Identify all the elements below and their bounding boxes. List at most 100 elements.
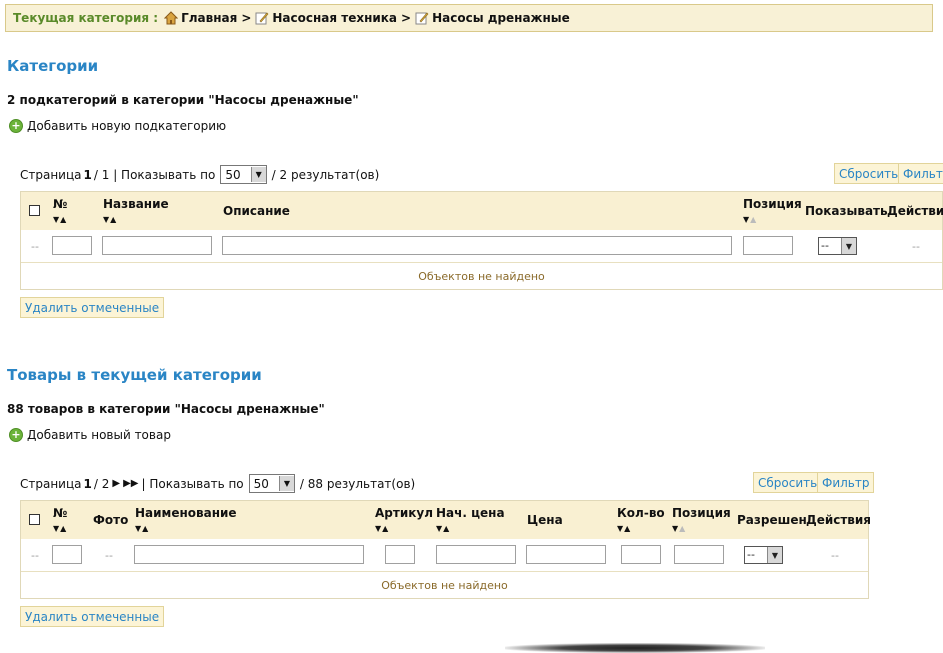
filter-name-input[interactable] [102, 236, 212, 255]
filter-num-input[interactable] [52, 236, 92, 255]
edit-icon [255, 12, 269, 25]
filter-button[interactable]: Фильтр [898, 163, 943, 184]
filter-show-value: -- [821, 239, 829, 252]
column-header-actions: Действия [806, 513, 872, 527]
add-product-label: Добавить новый товар [27, 428, 171, 442]
filter-allowed-select[interactable]: -- ▼ [744, 546, 783, 564]
filter-placeholder: -- [912, 240, 920, 253]
empty-message: Объектов не найдено [21, 571, 868, 599]
column-header-price: Цена [527, 513, 563, 527]
breadcrumb-item-label: Главная [181, 11, 238, 25]
column-header-num[interactable]: № [53, 197, 67, 211]
column-header-allowed: Разрешен [737, 513, 807, 527]
breadcrumb-label: Текущая категория : [13, 11, 159, 25]
filter-button[interactable]: Фильтр [817, 472, 875, 493]
sort-arrows-icon[interactable]: ▼▲ [617, 524, 631, 533]
filter-num-input[interactable] [52, 545, 82, 564]
column-header-name[interactable]: Наименование [135, 506, 237, 520]
chevron-down-icon: ▼ [766, 547, 782, 563]
filter-row: -- -- -- ▼ -- [21, 539, 868, 571]
filter-placeholder: -- [831, 549, 839, 562]
add-product-link[interactable]: + Добавить новый товар [9, 428, 171, 442]
add-subcategory-label: Добавить новую подкатегорию [27, 119, 227, 133]
sort-arrows-icon[interactable]: ▼▲ [672, 524, 686, 533]
breadcrumb-separator: > [241, 11, 252, 25]
column-header-num[interactable]: № [53, 506, 67, 520]
column-header-photo: Фото [93, 513, 129, 527]
pager-results: / 88 результат(ов) [299, 476, 416, 491]
filter-price-input[interactable] [526, 545, 606, 564]
filter-sku-input[interactable] [385, 545, 415, 564]
chevron-down-icon: ▼ [278, 476, 294, 491]
next-page-icon[interactable]: ▶ [112, 478, 120, 489]
filter-start-price-input[interactable] [436, 545, 516, 564]
edit-icon [415, 12, 429, 25]
sort-arrows-icon[interactable]: ▼▲ [53, 215, 67, 224]
pager-show-label: | Показывать по [141, 476, 244, 491]
add-subcategory-link[interactable]: + Добавить новую подкатегорию [9, 119, 226, 133]
column-header-name[interactable]: Название [103, 197, 169, 211]
table-header: № ▼▲ Фото Наименование ▼▲ Артикул ▼▲ Нач… [21, 501, 872, 539]
categories-title: Категории [7, 57, 99, 75]
decorative-shadow [505, 643, 765, 653]
delete-selected-button[interactable]: Удалить отмеченные [20, 297, 165, 318]
filter-name-input[interactable] [134, 545, 364, 564]
last-page-icon[interactable]: ▶▶ [123, 478, 138, 489]
column-header-actions: Действия [887, 204, 943, 218]
filter-description-input[interactable] [222, 236, 732, 255]
sort-arrows-icon[interactable]: ▼▲ [135, 524, 149, 533]
breadcrumb-item-drainage[interactable]: Насосы дренажные [415, 11, 570, 25]
filter-position-input[interactable] [674, 545, 724, 564]
column-header-position[interactable]: Позиция [743, 197, 802, 211]
filter-qty-input[interactable] [621, 545, 661, 564]
select-all-checkbox[interactable] [29, 205, 40, 216]
filter-allowed-value: -- [747, 548, 755, 561]
chevron-down-icon: ▼ [840, 238, 856, 254]
column-header-sku[interactable]: Артикул [375, 506, 433, 520]
reset-button[interactable]: Сбросить [834, 163, 904, 184]
breadcrumb-item-home[interactable]: Главная [164, 11, 237, 25]
column-header-position[interactable]: Позиция [672, 506, 731, 520]
table-header: № ▼▲ Название ▼▲ Описание Позиция ▼▲ Пок… [21, 192, 943, 230]
column-header-start-price[interactable]: Нач. цена [436, 506, 505, 520]
pager-show-label: | Показывать по [113, 167, 216, 182]
sort-arrows-icon[interactable]: ▼▲ [436, 524, 450, 533]
per-page-value: 50 [253, 476, 269, 491]
column-header-description: Описание [223, 204, 290, 218]
categories-table: № ▼▲ Название ▼▲ Описание Позиция ▼▲ Пок… [20, 191, 943, 290]
filter-row: -- -- ▼ -- [21, 230, 942, 262]
filter-position-input[interactable] [743, 236, 793, 255]
filter-placeholder: -- [31, 549, 39, 562]
delete-selected-button[interactable]: Удалить отмеченные [20, 606, 165, 627]
per-page-select[interactable]: 50 ▼ [248, 474, 295, 493]
sort-arrows-icon[interactable]: ▼▲ [743, 215, 757, 224]
products-table: № ▼▲ Фото Наименование ▼▲ Артикул ▼▲ Нач… [20, 500, 872, 599]
column-header-qty[interactable]: Кол-во [617, 506, 665, 520]
filter-placeholder: -- [31, 240, 39, 253]
filter-show-select[interactable]: -- ▼ [818, 237, 857, 255]
pager-prefix: Страница [20, 476, 82, 491]
select-all-checkbox[interactable] [29, 514, 40, 525]
breadcrumb: Текущая категория : Главная > Насосная т… [5, 4, 933, 32]
home-icon [164, 11, 179, 25]
reset-button[interactable]: Сбросить [753, 472, 823, 493]
pager-results: / 2 результат(ов) [271, 167, 380, 182]
breadcrumb-item-label: Насосы дренажные [432, 11, 570, 25]
categories-info: 2 подкатегорий в категории "Насосы дрена… [7, 93, 359, 107]
empty-message: Объектов не найдено [21, 262, 942, 290]
categories-pager: Страница 1 / 1 | Показывать по 50 ▼ / 2 р… [20, 165, 379, 184]
plus-icon: + [9, 428, 23, 442]
sort-arrows-icon[interactable]: ▼▲ [103, 215, 117, 224]
sort-arrows-icon[interactable]: ▼▲ [53, 524, 67, 533]
sort-arrows-icon[interactable]: ▼▲ [375, 524, 389, 533]
breadcrumb-separator: > [401, 11, 412, 25]
products-pager: Страница 1 / 2 ▶ ▶▶ | Показывать по 50 ▼ … [20, 474, 415, 493]
pager-prefix: Страница [20, 167, 82, 182]
per-page-select[interactable]: 50 ▼ [220, 165, 267, 184]
column-header-show: Показывать [805, 204, 888, 218]
pager-total-pages: / 1 [93, 167, 110, 182]
pager-current-page: 1 [83, 167, 92, 182]
pager-total-pages: / 2 [93, 476, 110, 491]
breadcrumb-item-pumps[interactable]: Насосная техника [255, 11, 397, 25]
per-page-value: 50 [225, 167, 241, 182]
